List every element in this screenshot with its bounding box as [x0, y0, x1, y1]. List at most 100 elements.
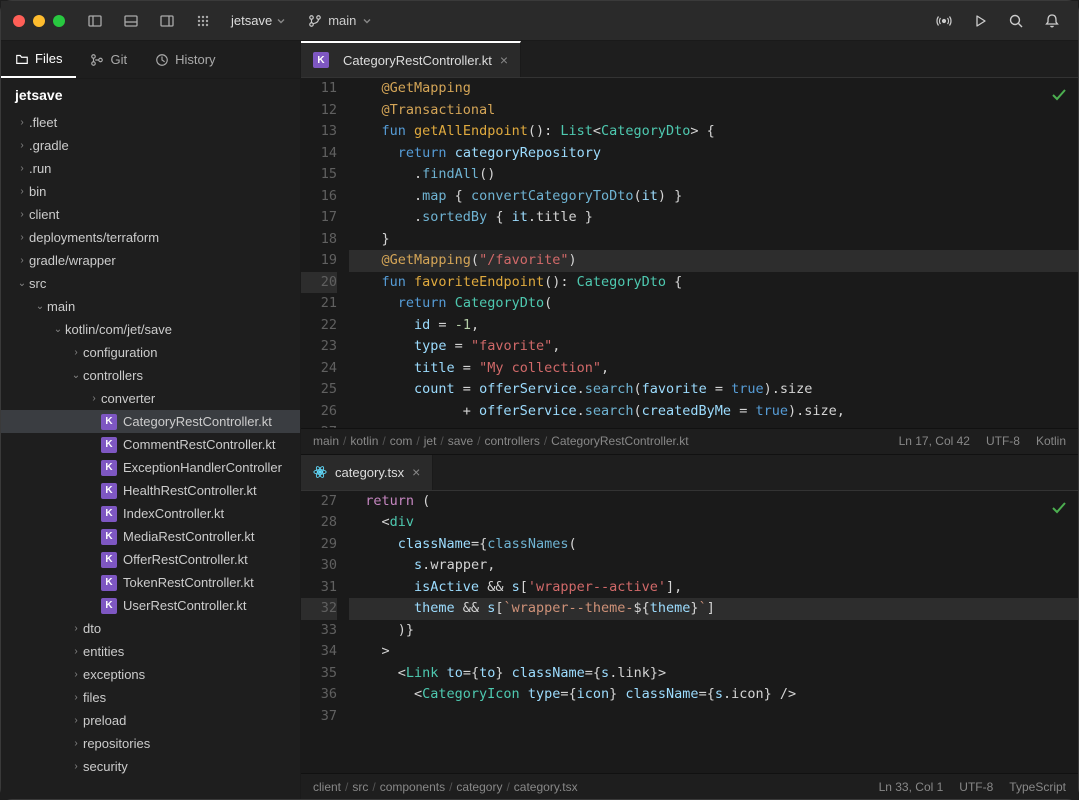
gutter: 1112131415161718192021222324252627 — [301, 78, 349, 428]
panel-bottom-icon[interactable] — [117, 7, 145, 35]
tree-node-label: IndexController.kt — [123, 506, 224, 521]
editor-tab-label: CategoryRestController.kt — [343, 53, 492, 68]
tree-node[interactable]: KCategoryRestController.kt — [1, 410, 300, 433]
tree-node-label: ExceptionHandlerController — [123, 460, 282, 475]
tab-git-label: Git — [110, 52, 127, 67]
encoding[interactable]: UTF-8 — [986, 434, 1020, 448]
editor-1[interactable]: 1112131415161718192021222324252627 @GetM… — [301, 77, 1078, 454]
zoom-window[interactable] — [53, 15, 65, 27]
tree-node[interactable]: KCommentRestController.kt — [1, 433, 300, 456]
chevron-right-icon: › — [69, 646, 83, 657]
tree-node[interactable]: KTokenRestController.kt — [1, 571, 300, 594]
chevron-right-icon: › — [69, 692, 83, 703]
tsx-file-icon — [313, 465, 327, 479]
close-icon[interactable]: × — [412, 464, 420, 480]
tree-node-label: OfferRestController.kt — [123, 552, 248, 567]
tab-git[interactable]: Git — [76, 41, 141, 78]
kotlin-file-icon: K — [101, 414, 117, 430]
tree-node[interactable]: ⌄controllers — [1, 364, 300, 387]
tree-node[interactable]: ›configuration — [1, 341, 300, 364]
tree-node-label: entities — [83, 644, 124, 659]
kotlin-file-icon: K — [313, 52, 329, 68]
tree-node[interactable]: ›entities — [1, 640, 300, 663]
tree-node[interactable]: ›.gradle — [1, 134, 300, 157]
breadcrumb-2: client/src/components/category/category.… — [301, 773, 1078, 799]
editor-tabs-bottom: category.tsx × — [301, 454, 1078, 490]
chevron-right-icon: › — [15, 186, 29, 197]
panel-right-icon[interactable] — [153, 7, 181, 35]
breadcrumb-path[interactable]: main/kotlin/com/jet/save/controllers/Cat… — [313, 434, 689, 448]
tree-node-label: src — [29, 276, 46, 291]
tab-history[interactable]: History — [141, 41, 229, 78]
chevron-down-icon: ⌄ — [33, 301, 47, 312]
tree-node[interactable]: ›converter — [1, 387, 300, 410]
code-area[interactable]: @GetMapping @Transactional fun getAllEnd… — [349, 78, 1078, 428]
cursor-position[interactable]: Ln 33, Col 1 — [879, 780, 944, 794]
tree-node-label: UserRestController.kt — [123, 598, 247, 613]
tab-history-label: History — [175, 52, 215, 67]
folder-icon — [15, 52, 29, 66]
editor-tab-label: category.tsx — [335, 465, 404, 480]
file-tree[interactable]: ›.fleet›.gradle›.run›bin›client›deployme… — [1, 111, 300, 799]
cursor-position[interactable]: Ln 17, Col 42 — [899, 434, 970, 448]
editor-tab-category-kt[interactable]: K CategoryRestController.kt × — [301, 41, 521, 77]
tab-files-label: Files — [35, 51, 62, 66]
tree-node[interactable]: ›security — [1, 755, 300, 778]
tree-node[interactable]: ›gradle/wrapper — [1, 249, 300, 272]
grid-icon[interactable] — [189, 7, 217, 35]
kotlin-file-icon: K — [101, 552, 117, 568]
tree-node-label: dto — [83, 621, 101, 636]
project-selector[interactable]: jetsave — [225, 13, 292, 28]
branch-selector[interactable]: main — [300, 13, 380, 28]
tree-node[interactable]: ›exceptions — [1, 663, 300, 686]
breadcrumb-path[interactable]: client/src/components/category/category.… — [313, 780, 578, 794]
language-mode[interactable]: Kotlin — [1036, 434, 1066, 448]
tree-node-label: client — [29, 207, 59, 222]
chevron-down-icon: ⌄ — [15, 278, 29, 289]
tree-node[interactable]: KMediaRestController.kt — [1, 525, 300, 548]
tree-node-label: files — [83, 690, 106, 705]
panel-left-icon[interactable] — [81, 7, 109, 35]
code-area[interactable]: return ( <div className={classNames( s.w… — [349, 491, 1078, 773]
breadcrumb-1: main/kotlin/com/jet/save/controllers/Cat… — [301, 428, 1078, 454]
tree-node-label: gradle/wrapper — [29, 253, 116, 268]
close-window[interactable] — [13, 15, 25, 27]
window-controls — [13, 15, 65, 27]
language-mode[interactable]: TypeScript — [1009, 780, 1066, 794]
tree-node[interactable]: ›files — [1, 686, 300, 709]
tree-node[interactable]: KExceptionHandlerController — [1, 456, 300, 479]
editor-2[interactable]: 2728293031323334353637 return ( <div cla… — [301, 490, 1078, 799]
tree-node[interactable]: ›client — [1, 203, 300, 226]
tree-node[interactable]: K OfferRestController.kt — [1, 548, 300, 571]
chevron-down-icon: ⌄ — [69, 370, 83, 381]
tree-node[interactable]: ⌄kotlin/com/jet/save — [1, 318, 300, 341]
encoding[interactable]: UTF-8 — [959, 780, 993, 794]
tree-node[interactable]: ›.fleet — [1, 111, 300, 134]
minimize-window[interactable] — [33, 15, 45, 27]
tree-node-label: security — [83, 759, 128, 774]
tree-node[interactable]: KIndexController.kt — [1, 502, 300, 525]
tab-files[interactable]: Files — [1, 41, 76, 78]
tree-node[interactable]: ⌄src — [1, 272, 300, 295]
bell-icon[interactable] — [1038, 7, 1066, 35]
tree-node[interactable]: KUserRestController.kt — [1, 594, 300, 617]
tree-node[interactable]: ›deployments/terraform — [1, 226, 300, 249]
tree-node[interactable]: ›dto — [1, 617, 300, 640]
editor-tabs-top: K CategoryRestController.kt × — [301, 41, 1078, 77]
run-icon[interactable] — [966, 7, 994, 35]
close-icon[interactable]: × — [500, 52, 508, 68]
tree-node[interactable]: ⌄main — [1, 295, 300, 318]
tree-node[interactable]: ›repositories — [1, 732, 300, 755]
search-icon[interactable] — [1002, 7, 1030, 35]
editor-tab-category-tsx[interactable]: category.tsx × — [301, 455, 433, 490]
chevron-right-icon: › — [69, 715, 83, 726]
chevron-right-icon: › — [69, 623, 83, 634]
project-name-label: jetsave — [231, 13, 272, 28]
tree-node[interactable]: ›bin — [1, 180, 300, 203]
kotlin-file-icon: K — [101, 483, 117, 499]
broadcast-icon[interactable] — [930, 7, 958, 35]
tree-node[interactable]: KHealthRestController.kt — [1, 479, 300, 502]
tree-node[interactable]: ›.run — [1, 157, 300, 180]
tree-node[interactable]: ›preload — [1, 709, 300, 732]
tree-node-label: kotlin/com/jet/save — [65, 322, 172, 337]
